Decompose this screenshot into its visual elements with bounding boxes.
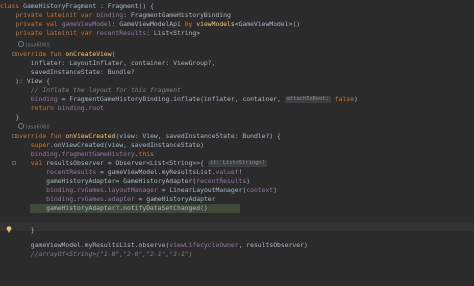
code-line[interactable]: class GameHistoryFragment : Fragment() { <box>0 2 474 11</box>
code-line[interactable]: private lateinit var binding: FragmentGa… <box>0 11 474 20</box>
code-token: //arrayOf<String>("1-0","2-0","2-1","3-1… <box>0 250 193 258</box>
inlay-hint: it: List<String>! <box>207 160 267 167</box>
code-line[interactable]: val resultsObserver = Observer<List<Stri… <box>0 159 474 168</box>
code-line[interactable]: binding = FragmentGameHistoryBinding.inf… <box>0 95 474 104</box>
code-token: layoutManager <box>107 186 162 194</box>
code-token: ) <box>246 177 251 185</box>
code-token: binding <box>96 11 124 19</box>
code-token: by <box>184 20 197 28</box>
code-token: binding <box>0 195 74 203</box>
code-line[interactable]: recentResults = gameViewModel.myResultsL… <box>0 168 474 177</box>
code-line[interactable]: private lateinit var recentResults: List… <box>0 29 474 38</box>
code-token: fragmentGameHistory <box>61 150 135 158</box>
code-token: = gameHistoryAdapter <box>138 195 216 203</box>
code-token: .onViewCreated(view, savedInstanceState) <box>50 141 204 149</box>
code-token: : List<String> <box>146 29 201 37</box>
code-token: class <box>0 2 24 10</box>
code-token: gameHistoryAdapter?.notifyDataSetChanged… <box>0 204 208 212</box>
code-token: viewModels <box>196 20 235 28</box>
code-token: resultsObserver = Observer<List<String>>… <box>46 159 208 167</box>
code-line[interactable]: override fun onViewCreated(view: View, s… <box>0 132 474 141</box>
code-token: savedInstanceState: Bundle? <box>0 68 135 76</box>
code-token: binding <box>0 95 62 103</box>
code-token: private lateinit var <box>0 11 97 19</box>
code-token: ( <box>111 50 116 58</box>
code-token: binding <box>0 186 74 194</box>
code-token: ) <box>354 95 358 103</box>
code-token: viewLifecycleOwner <box>169 241 239 249</box>
code-line[interactable]: binding.rvGames.layoutManager = LinearLa… <box>0 186 474 195</box>
code-token: root <box>88 104 104 112</box>
code-line[interactable]: // Inflate the layout for this fragment <box>0 86 474 95</box>
inlay-hint: attachToRoot: <box>284 96 331 103</box>
code-token: = FragmentGameHistoryBinding.inflate(inf… <box>61 95 285 103</box>
code-token: binding <box>0 150 58 158</box>
code-token: inflater: LayoutInflater, container: Vie… <box>0 59 216 67</box>
code-token: value <box>215 168 235 176</box>
code-token: binding <box>57 104 85 112</box>
code-token: recentResults <box>196 177 247 185</box>
code-token: override fun <box>0 132 66 140</box>
person-icon <box>18 123 24 129</box>
code-token: context <box>246 186 274 194</box>
code-line[interactable]: } <box>0 226 474 235</box>
author-annotation: jasa6060 <box>18 123 50 131</box>
code-token: !! <box>234 168 243 176</box>
code-token: ) <box>273 186 278 194</box>
fold-icon[interactable] <box>12 134 16 138</box>
fold-icon[interactable] <box>12 161 16 165</box>
code-token: onViewCreated <box>65 132 116 140</box>
code-token: // Inflate the layout for this fragment <box>0 86 181 94</box>
code-token: = gameViewModel.myResultsList. <box>100 168 216 176</box>
code-token: gameViewModel.myResultsList.observe( <box>0 241 170 249</box>
code-line[interactable]: savedInstanceState: Bundle? <box>0 68 474 77</box>
code-token: adapter <box>107 195 139 203</box>
code-token: recentResults <box>96 29 147 37</box>
code-line[interactable]: inflater: LayoutInflater, container: Vie… <box>0 59 474 68</box>
code-token: private val <box>0 20 62 28</box>
code-line[interactable]: super.onViewCreated(view, savedInstanceS… <box>0 141 474 150</box>
code-token: rvGames <box>76 195 104 203</box>
person-icon <box>18 41 24 47</box>
code-line[interactable]: private val gameViewModel: GameViewModel… <box>0 20 474 29</box>
code-token: } <box>0 113 20 121</box>
lightbulb-icon[interactable] <box>6 226 12 233</box>
code-token: return <box>0 104 58 112</box>
code-token: private lateinit var <box>0 29 97 37</box>
code-token: override fun <box>0 50 66 58</box>
code-token: onCreateView <box>65 50 112 58</box>
code-line[interactable]: override fun onCreateView( <box>0 50 474 59</box>
code-line[interactable]: gameHistoryAdapter= GameHistoryAdapter(r… <box>0 177 474 186</box>
code-line[interactable]: binding.fragmentGameHistory.this <box>0 150 474 159</box>
code-token: super <box>0 141 51 149</box>
code-editor[interactable]: class GameHistoryFragment : Fragment() {… <box>0 0 474 286</box>
code-line[interactable]: //arrayOf<String>("1-0","2-0","2-1","3-1… <box>0 250 474 259</box>
code-token: (view: View, savedInstanceState: Bundle?… <box>115 132 281 140</box>
code-token: , resultsObserver) <box>238 241 308 249</box>
code-token: gameHistoryAdapter= GameHistoryAdapter( <box>0 177 197 185</box>
code-token: : FragmentGameHistoryBinding <box>123 11 231 19</box>
code-token: GameHistoryFragment <box>23 2 101 10</box>
author-annotation: jasa6060 <box>18 41 50 49</box>
code-line[interactable]: return binding.root <box>0 104 474 113</box>
code-line[interactable]: } <box>0 113 474 122</box>
code-token: recentResults <box>0 168 101 176</box>
code-token: = LinearLayoutManager( <box>161 186 247 194</box>
author-name: jasa6060 <box>26 124 50 131</box>
code-token: rvGames <box>76 186 104 194</box>
code-token: false <box>330 95 355 103</box>
code-token: this <box>138 150 154 158</box>
code-token: : GameViewModelApi <box>111 20 185 28</box>
code-token: ): View { <box>0 77 51 85</box>
author-name: jasa6060 <box>26 42 50 49</box>
code-line[interactable]: binding.rvGames.adapter = gameHistoryAda… <box>0 195 474 204</box>
code-token: gameViewModel <box>61 20 112 28</box>
code-token: val <box>0 159 47 167</box>
code-line[interactable]: gameViewModel.myResultsList.observe(view… <box>0 241 474 250</box>
code-line[interactable]: gameHistoryAdapter?.notifyDataSetChanged… <box>0 204 474 213</box>
code-token: <GameViewModel>() <box>234 20 301 28</box>
code-line[interactable]: ): View { <box>0 77 474 86</box>
fold-icon[interactable] <box>12 52 16 56</box>
code-token: : Fragment() { <box>100 2 154 10</box>
